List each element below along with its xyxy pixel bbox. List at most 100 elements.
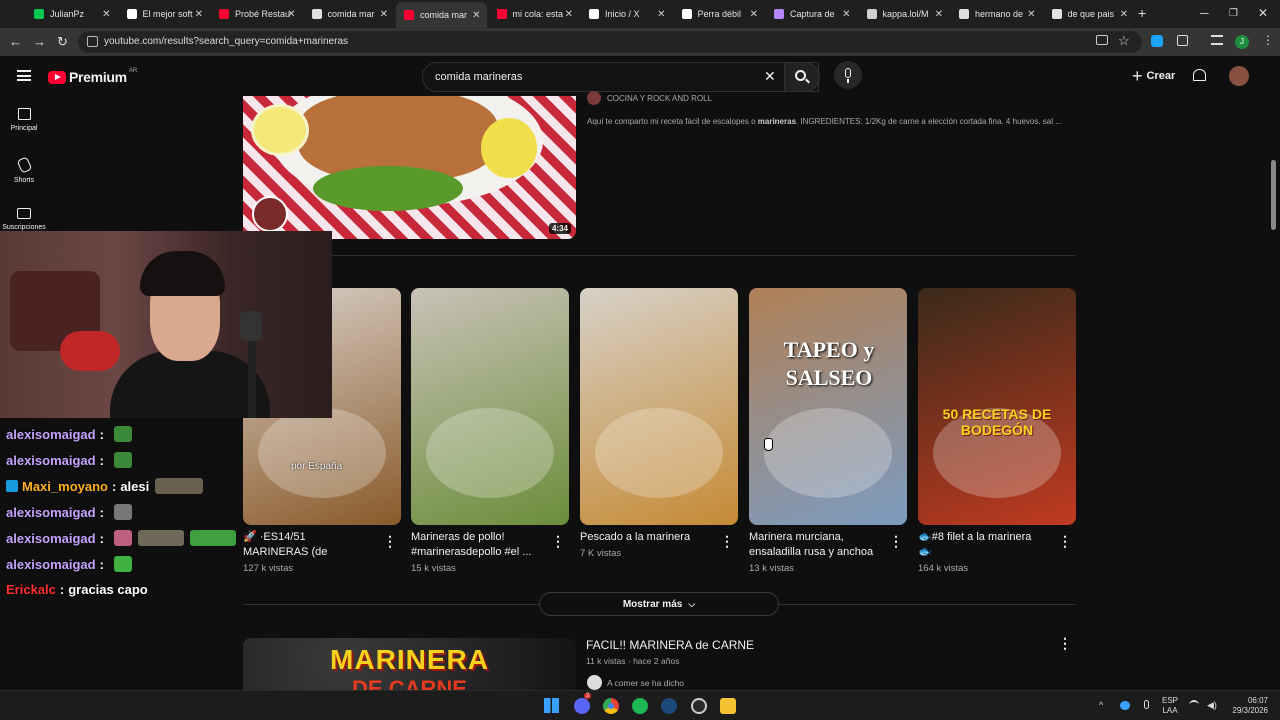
- video-thumbnail-escalopes[interactable]: 4:34: [243, 96, 576, 239]
- tab-close-icon[interactable]: ✕: [1027, 9, 1035, 20]
- short-thumbnail[interactable]: [411, 288, 569, 525]
- more-options-icon[interactable]: ⋮: [720, 533, 734, 550]
- tab-close-icon[interactable]: ✕: [565, 9, 573, 20]
- more-options-icon[interactable]: ⋮: [889, 533, 903, 550]
- hand-cursor-icon: [764, 438, 773, 451]
- short-title[interactable]: 🚀 ·ES14/51 MARINERAS (de Murcia)!!!!!!! …: [243, 530, 373, 560]
- volume-icon[interactable]: ◀): [1207, 700, 1217, 711]
- site-info-icon[interactable]: [87, 36, 98, 47]
- windows-start-icon[interactable]: [544, 698, 559, 713]
- tab-close-icon[interactable]: ✕: [750, 9, 758, 20]
- shorts-icon: [16, 156, 32, 174]
- youtube-logo[interactable]: Premium AR: [48, 68, 137, 85]
- channel-name[interactable]: A comer se ha dicho: [607, 678, 684, 688]
- channel-avatar-overlay[interactable]: [252, 196, 288, 232]
- close-window-icon[interactable]: ✕: [1258, 6, 1268, 20]
- browser-tab[interactable]: de que pais ✕: [1044, 3, 1135, 25]
- tab-close-icon[interactable]: ✕: [472, 10, 480, 21]
- video-title[interactable]: FACIL!! MARINERA de CARNE: [586, 638, 754, 653]
- short-thumbnail[interactable]: [580, 288, 738, 525]
- hamburger-menu-icon[interactable]: [17, 70, 31, 81]
- voice-search-icon[interactable]: [834, 61, 862, 89]
- browser-tab[interactable]: Inicio / X ✕: [581, 3, 672, 25]
- tab-label: mi cola: esta: [512, 9, 564, 19]
- create-button[interactable]: + Crear: [1124, 62, 1183, 90]
- language-indicator[interactable]: ESP LAA: [1162, 696, 1178, 716]
- notifications-bell-icon[interactable]: [1193, 69, 1206, 81]
- tray-chevron-icon[interactable]: ^: [1099, 700, 1103, 710]
- search-input[interactable]: comida marineras ✕: [422, 62, 819, 92]
- short-title[interactable]: Pescado a la marinera: [580, 530, 710, 545]
- short-title[interactable]: 🐟#8 filet a la marinera 🐟: [918, 530, 1048, 560]
- page-scrollbar[interactable]: [1271, 160, 1276, 230]
- forward-icon[interactable]: →: [33, 34, 46, 49]
- steam-icon[interactable]: [661, 698, 677, 714]
- browser-tab[interactable]: hermano de ✕: [951, 3, 1042, 25]
- browser-tab[interactable]: mi cola: esta ✕: [489, 3, 580, 25]
- browser-tab[interactable]: El mejor soft ✕: [119, 3, 210, 25]
- profile-avatar[interactable]: J: [1235, 35, 1249, 49]
- tab-close-icon[interactable]: ✕: [102, 9, 110, 20]
- more-options-icon[interactable]: ⋮: [1058, 533, 1072, 550]
- channel-avatar[interactable]: [587, 91, 601, 105]
- tab-close-icon[interactable]: ✕: [1120, 9, 1128, 20]
- channel-name[interactable]: COCINA Y ROCK AND ROLL: [607, 94, 712, 103]
- tab-label: comida mar: [327, 9, 375, 19]
- account-avatar[interactable]: [1229, 66, 1249, 86]
- clock[interactable]: 06:07 29/3/2026: [1226, 696, 1268, 716]
- microphone-icon[interactable]: [1144, 700, 1149, 709]
- short-title[interactable]: Marineras de pollo! #marinerasdepollo #e…: [411, 530, 541, 560]
- tab-close-icon[interactable]: ✕: [287, 9, 295, 20]
- more-options-icon[interactable]: ⋮: [383, 533, 397, 550]
- short-thumbnail[interactable]: TAPEO y SALSEO: [749, 288, 907, 525]
- short-title[interactable]: Marinera murciana, ensaladilla rusa y an…: [749, 530, 879, 560]
- browser-tab[interactable]: kappa.lol/M ✕: [859, 3, 950, 25]
- extension-icon[interactable]: [1151, 35, 1163, 47]
- video-thumbnail-marinera-carne[interactable]: MARINERA DE CARNE: [243, 638, 576, 690]
- file-explorer-icon[interactable]: [720, 698, 736, 714]
- clear-search-icon[interactable]: ✕: [764, 68, 776, 85]
- sidebar-item-subscriptions[interactable]: Suscripciones: [0, 208, 48, 231]
- address-bar[interactable]: youtube.com/results?search_query=comida+…: [78, 31, 1142, 53]
- tab-close-icon[interactable]: ✕: [657, 9, 665, 20]
- subscriptions-icon: [17, 208, 31, 219]
- tray-app-icon[interactable]: [1120, 701, 1130, 710]
- bookmark-star-icon[interactable]: ☆: [1118, 33, 1130, 49]
- browser-tab[interactable]: comida mar ✕: [396, 2, 487, 28]
- tab-close-icon[interactable]: ✕: [842, 9, 850, 20]
- sidebar-item-home[interactable]: Principal: [0, 108, 48, 132]
- browser-tab[interactable]: comida mar ✕: [304, 3, 395, 25]
- restore-icon[interactable]: ❐: [1229, 8, 1238, 19]
- more-options-icon[interactable]: ⋮: [551, 533, 565, 550]
- spotify-icon[interactable]: [632, 698, 648, 714]
- more-options-icon[interactable]: ⋮: [1058, 635, 1072, 652]
- puzzle-icon[interactable]: [1177, 35, 1188, 46]
- tab-close-icon[interactable]: ✕: [380, 9, 388, 20]
- browser-tab[interactable]: Probé Restau ✕: [211, 3, 302, 25]
- browser-menu-icon[interactable]: ⋮: [1262, 33, 1274, 47]
- search-button[interactable]: [784, 62, 820, 92]
- chat-emote-icon: [113, 452, 132, 468]
- minimize-icon[interactable]: ─: [1200, 6, 1209, 20]
- new-tab-button[interactable]: +: [1138, 5, 1146, 21]
- sidebar-label: Principal: [10, 125, 38, 132]
- back-icon[interactable]: ←: [9, 34, 22, 49]
- chrome-icon[interactable]: [603, 698, 619, 714]
- tab-close-icon[interactable]: ✕: [935, 9, 943, 20]
- cast-icon[interactable]: [1096, 35, 1108, 45]
- reload-icon[interactable]: ↻: [57, 34, 68, 50]
- media-icon[interactable]: [1211, 35, 1223, 45]
- obs-icon[interactable]: [691, 698, 707, 714]
- browser-tab[interactable]: Perra débil ✕: [674, 3, 765, 25]
- show-more-button[interactable]: Mostrar más ⌵: [539, 592, 779, 616]
- chat-emote-icon: [189, 530, 236, 546]
- sidebar-item-shorts[interactable]: Shorts: [0, 156, 48, 184]
- browser-tab[interactable]: JulianPz ✕: [26, 3, 117, 25]
- discord-icon[interactable]: [574, 698, 590, 714]
- tab-close-icon[interactable]: ✕: [195, 9, 203, 20]
- short-thumbnail[interactable]: 50 RECETAS DE BODEGÓN: [918, 288, 1076, 525]
- browser-tab[interactable]: Captura de ✕: [766, 3, 857, 25]
- twitch-icon: [34, 9, 44, 19]
- wifi-icon[interactable]: [1189, 700, 1199, 710]
- channel-avatar[interactable]: [587, 675, 602, 690]
